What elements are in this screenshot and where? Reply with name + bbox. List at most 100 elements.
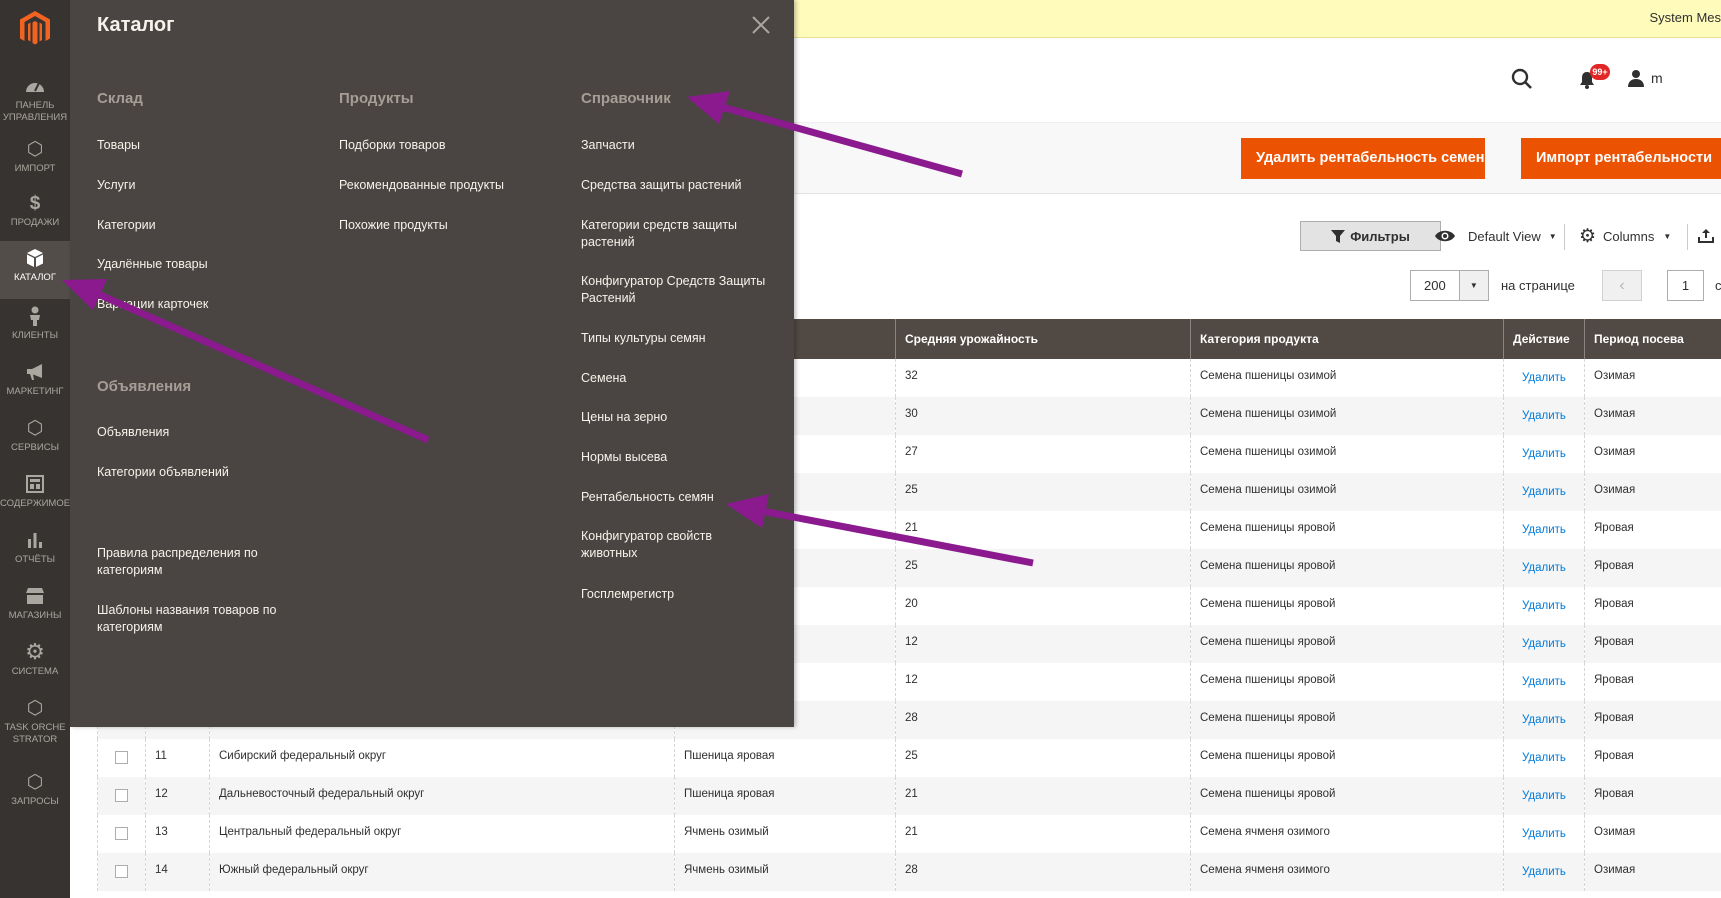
menu-link-card-variations[interactable]: Вариации карточек (97, 296, 208, 313)
menu-link-services[interactable]: Услуги (97, 177, 135, 194)
menu-link-grain-prices[interactable]: Цены на зерно (581, 409, 667, 426)
columns-label: Columns (1603, 228, 1655, 244)
gear-icon: ⚙ (1579, 225, 1597, 247)
row-checkbox[interactable] (115, 751, 128, 764)
nav-sales-label: Продажи (10, 217, 60, 228)
menu-link-seeding-rates[interactable]: Нормы высева (581, 449, 667, 466)
column-header-product-category[interactable]: Категория продукта (1190, 319, 1504, 359)
export-button[interactable] (1698, 221, 1720, 251)
delete-link[interactable]: Удалить (1522, 676, 1566, 688)
chevron-down-icon: ▼ (1548, 231, 1557, 241)
menu-link-plant-protection-categories[interactable]: Категории средств защиты растений (581, 217, 771, 251)
delete-link[interactable]: Удалить (1522, 372, 1566, 384)
nav-marketing[interactable]: Маркетинг (0, 355, 70, 411)
per-page-select[interactable]: 200 ▼ (1410, 270, 1489, 301)
nav-customers[interactable]: Клиенты (0, 299, 70, 355)
menu-link-plant-protection[interactable]: Средства защиты растений (581, 177, 742, 194)
view-switcher[interactable]: Default View ▼ (1434, 221, 1557, 251)
import-profitability-button[interactable]: Импорт рентабельности (1521, 138, 1721, 179)
row-action-cell: Удалить (1503, 815, 1585, 853)
nav-sales[interactable]: $ Продажи (0, 186, 70, 242)
section-title-products: Продукты (339, 90, 414, 107)
delete-link[interactable]: Удалить (1522, 752, 1566, 764)
user-account-button[interactable]: m (1627, 66, 1663, 90)
menu-link-products[interactable]: Товары (97, 137, 140, 154)
close-menu-button[interactable] (750, 14, 772, 36)
menu-link-product-collections[interactable]: Подборки товаров (339, 137, 445, 154)
row-yield: 20 (895, 587, 1191, 625)
menu-link-animal-properties-configurator[interactable]: Конфигуратор свойств животных (581, 528, 761, 562)
nav-requests[interactable]: ⬡ Запросы (0, 765, 70, 821)
row-action-cell: Удалить (1503, 663, 1585, 701)
header-tools: 99+ m (1461, 62, 1721, 92)
row-action-cell: Удалить (1503, 701, 1585, 739)
row-checkbox[interactable] (115, 827, 128, 840)
user-icon (1628, 70, 1644, 87)
nav-services[interactable]: ⬡ Сервисы (0, 411, 70, 467)
delete-link[interactable]: Удалить (1522, 448, 1566, 460)
delete-link[interactable]: Удалить (1522, 486, 1566, 498)
table-row: 11 Сибирский федеральный округ Пшеница я… (97, 739, 1721, 777)
person-icon (25, 305, 45, 327)
row-category: Семена пшеницы озимой (1190, 435, 1504, 473)
nav-content[interactable]: Содержимое (0, 467, 70, 523)
search-button[interactable] (1511, 68, 1533, 90)
menu-link-category-distribution-rules[interactable]: Правила распределения по категориям (97, 545, 297, 579)
delete-link[interactable]: Удалить (1522, 866, 1566, 878)
row-period: Озимая (1584, 473, 1721, 511)
delete-link[interactable]: Удалить (1522, 600, 1566, 612)
menu-link-categories[interactable]: Категории (97, 217, 156, 234)
page-number-input[interactable]: 1 (1667, 270, 1704, 301)
delete-link[interactable]: Удалить (1522, 562, 1566, 574)
menu-link-breeding-registry[interactable]: Госплемрегистр (581, 586, 674, 603)
menu-link-deleted-products[interactable]: Удалённые товары (97, 256, 208, 273)
row-category: Семена пшеницы яровой (1190, 663, 1504, 701)
menu-link-plant-protection-configurator[interactable]: Конфигуратор Средств Защиты Растений (581, 273, 781, 307)
menu-link-seeds[interactable]: Семена (581, 370, 626, 387)
nav-catalog[interactable]: Каталог (0, 241, 70, 299)
row-checkbox[interactable] (115, 865, 128, 878)
menu-link-seed-crop-types[interactable]: Типы культуры семян (581, 330, 706, 347)
previous-page-button[interactable]: ‹ (1602, 270, 1642, 301)
row-yield: 12 (895, 663, 1191, 701)
menu-link-seed-profitability[interactable]: Рентабельность семян (581, 489, 714, 506)
delete-link[interactable]: Удалить (1522, 828, 1566, 840)
delete-seed-profitability-button[interactable]: Удалить рентабельность семен (1241, 138, 1485, 179)
notifications-button[interactable]: 99+ (1578, 64, 1610, 90)
column-header-average-yield[interactable]: Средняя урожайность (895, 319, 1191, 359)
menu-link-recommended-products[interactable]: Рекомендованные продукты (339, 177, 504, 194)
nav-import[interactable]: ⬡ Импорт (0, 132, 70, 188)
magento-logo[interactable] (0, 0, 70, 58)
row-yield: 25 (895, 739, 1191, 777)
delete-link[interactable]: Удалить (1522, 714, 1566, 726)
nav-stores[interactable]: Магазины (0, 579, 70, 635)
row-crop: Пшеница яровая (674, 739, 896, 777)
nav-task-orchestrator[interactable]: ⬡ Task Orchestrator (0, 691, 70, 761)
hexagon-icon: ⬡ (26, 417, 44, 439)
nav-system[interactable]: ⚙ Система (0, 635, 70, 691)
delete-link[interactable]: Удалить (1522, 524, 1566, 536)
columns-control[interactable]: ⚙ Columns ▼ (1579, 221, 1671, 251)
delete-link[interactable]: Удалить (1522, 638, 1566, 650)
menu-link-product-name-templates[interactable]: Шаблоны названия товаров по категориям (97, 602, 297, 636)
delete-link[interactable]: Удалить (1522, 410, 1566, 422)
menu-link-similar-products[interactable]: Похожие продукты (339, 217, 448, 234)
gear-icon: ⚙ (25, 639, 45, 664)
nav-reports[interactable]: Отчёты (0, 523, 70, 579)
row-period: Яровая (1584, 739, 1721, 777)
row-period: Озимая (1584, 397, 1721, 435)
row-yield: 21 (895, 815, 1191, 853)
nav-import-label: Импорт (14, 163, 56, 174)
filters-button[interactable]: Фильтры (1300, 221, 1441, 251)
menu-link-spare-parts[interactable]: Запчасти (581, 137, 635, 154)
row-select-cell (97, 739, 146, 777)
delete-link[interactable]: Удалить (1522, 790, 1566, 802)
column-header-sowing-period[interactable]: Период посева (1584, 319, 1721, 359)
row-yield: 25 (895, 549, 1191, 587)
nav-requests-label: Запросы (11, 796, 59, 807)
menu-link-announcement-categories[interactable]: Категории объявлений (97, 464, 229, 481)
row-checkbox[interactable] (115, 789, 128, 802)
row-period: Яровая (1584, 701, 1721, 739)
nav-dashboard[interactable]: Панель управления (0, 69, 70, 125)
menu-link-announcements[interactable]: Объявления (97, 424, 169, 441)
